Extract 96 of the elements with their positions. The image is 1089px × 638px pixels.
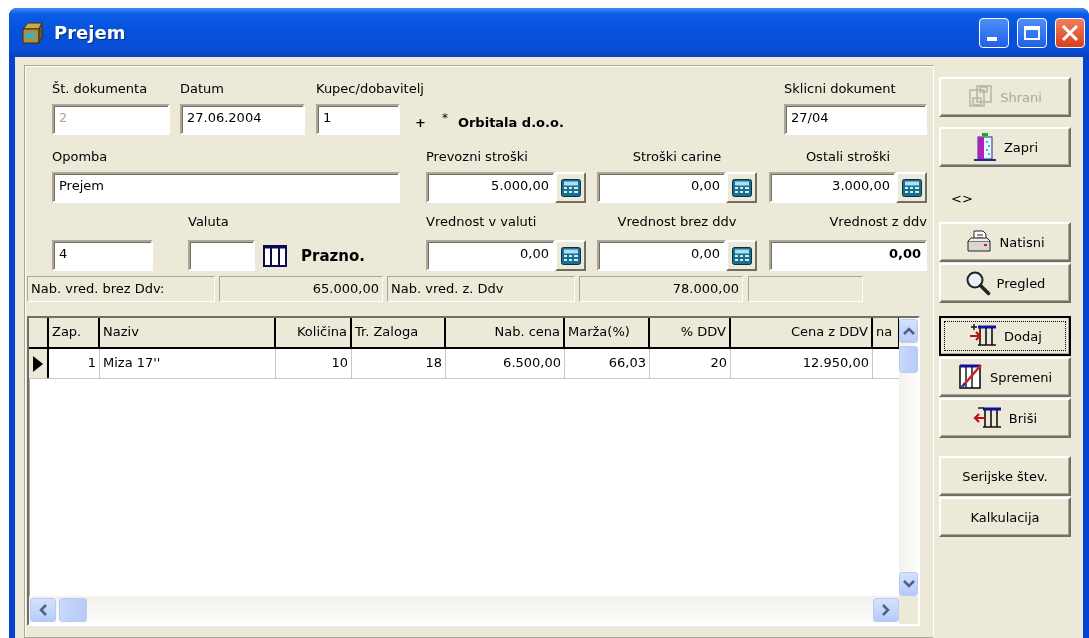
field-label: Stroški carine xyxy=(631,148,723,166)
grid-plus-arrow-icon xyxy=(968,323,999,349)
amount-field[interactable]: 5.000,00 xyxy=(426,172,555,203)
scrollbar-corner xyxy=(899,596,918,624)
close-button[interactable] xyxy=(1055,17,1085,48)
field-label: Opomba xyxy=(52,148,109,166)
currency-field[interactable] xyxy=(188,240,255,271)
action-button[interactable]: Briši xyxy=(939,398,1071,438)
column-header[interactable]: Naziv xyxy=(100,318,276,347)
action-button[interactable]: Serijske štev. xyxy=(939,456,1071,496)
table-cell: Miza 17'' xyxy=(100,349,276,378)
currency-status: Prazno. xyxy=(301,246,365,265)
note-field[interactable]: Prejem xyxy=(52,172,400,203)
chevron-up-icon xyxy=(902,327,915,335)
customer-name: Orbitala d.o.o. xyxy=(457,115,564,130)
summary-value: 65.000,00 xyxy=(219,276,383,302)
column-header[interactable]: Marža(%) xyxy=(565,318,650,347)
table-cell: 10 xyxy=(276,349,352,378)
calculator-button[interactable] xyxy=(555,240,586,271)
close-icon xyxy=(1061,23,1079,42)
text-field[interactable]: 4 xyxy=(52,240,153,271)
field-label: Št. dokumenta xyxy=(52,80,149,98)
customer-code-field[interactable]: 1 xyxy=(316,104,400,135)
calculator-icon xyxy=(560,178,581,197)
field-label: Vrednost brez ddv xyxy=(616,213,738,231)
column-header[interactable]: % DDV xyxy=(650,318,731,347)
field-label: Prevozni stroški xyxy=(426,148,529,166)
floppy-disk-icon xyxy=(968,84,995,110)
briefcase-icon xyxy=(20,19,46,46)
amount-field[interactable]: 0,00 xyxy=(597,240,726,271)
date-field[interactable]: 27.06.2004 xyxy=(180,104,305,135)
amount-field[interactable]: 3.000,00 xyxy=(769,172,896,203)
field-label: Valuta xyxy=(188,213,230,231)
column-header[interactable]: Količina xyxy=(276,318,352,347)
marker: * xyxy=(441,110,448,125)
field-label: Sklicni dokument xyxy=(784,80,897,98)
action-button[interactable]: Kalkulacija xyxy=(939,497,1071,537)
grid-arrow-icon xyxy=(972,405,1003,431)
chevron-down-icon xyxy=(902,580,915,588)
search-icon xyxy=(964,270,991,296)
minimize-button[interactable] xyxy=(979,17,1009,48)
table-cell: 18 xyxy=(352,349,446,378)
column-header[interactable]: Tr. Zaloga xyxy=(352,318,446,347)
scroll-right-button[interactable] xyxy=(873,598,899,622)
row-indicator[interactable] xyxy=(29,349,49,378)
column-header[interactable]: Nab. cena xyxy=(446,318,565,347)
chevron-right-icon xyxy=(882,604,890,616)
field-label: Vrednost z ddv xyxy=(828,213,927,231)
field-label: Datum xyxy=(180,80,225,98)
scrollbar-thumb[interactable] xyxy=(59,598,87,622)
summary-value: 78.000,00 xyxy=(579,276,743,302)
calculator-button[interactable] xyxy=(726,240,757,271)
table-cell: 6.500,00 xyxy=(446,349,565,378)
summary-label: Nab. vred. z. Ddv xyxy=(387,276,575,302)
action-button[interactable]: Natisni xyxy=(939,222,1071,262)
scroll-down-button[interactable] xyxy=(899,572,918,596)
action-button[interactable]: Pregled xyxy=(939,263,1071,303)
summary-label: Nab. vred. brez Ddv: xyxy=(27,276,215,302)
calculator-icon xyxy=(731,246,752,265)
columns-icon xyxy=(263,243,287,268)
action-button[interactable]: Zapri xyxy=(939,127,1071,167)
field-label: Ostali stroški xyxy=(804,148,892,166)
toggle-symbol[interactable]: <> xyxy=(951,189,973,209)
window-title: Prejem xyxy=(54,22,126,43)
calculator-button[interactable] xyxy=(726,172,757,203)
door-icon xyxy=(971,132,998,162)
amount-field[interactable]: 0,00 xyxy=(597,172,726,203)
amount-field[interactable]: 0,00 xyxy=(769,240,927,271)
grid-pencil-icon xyxy=(957,363,984,391)
add-sign[interactable]: + xyxy=(415,115,426,130)
maximize-button[interactable] xyxy=(1017,17,1047,48)
vertical-scrollbar[interactable] xyxy=(899,318,918,596)
scroll-up-button[interactable] xyxy=(899,319,918,343)
reference-document-field[interactable]: 27/04 xyxy=(784,104,927,135)
table-cell: 1 xyxy=(49,349,100,378)
table-cell: 66,03 xyxy=(565,349,650,378)
calculator-icon xyxy=(901,178,922,197)
calculator-button[interactable] xyxy=(896,172,927,203)
row-pointer-icon xyxy=(33,355,43,372)
scrollbar-thumb[interactable] xyxy=(899,346,918,373)
chevron-left-icon xyxy=(39,604,47,616)
field-label: Vrednost v valuti xyxy=(426,213,538,231)
action-button[interactable]: Dodaj xyxy=(939,316,1071,356)
field-label: Kupec/dobavitelj xyxy=(316,80,424,98)
horizontal-scrollbar[interactable] xyxy=(29,596,899,624)
column-header[interactable]: Zap. xyxy=(49,318,100,347)
table-cell: 12.950,00 xyxy=(731,349,873,378)
amount-field[interactable]: 0,00 xyxy=(426,240,555,271)
printer-icon xyxy=(965,229,994,255)
calculator-icon xyxy=(560,246,581,265)
scroll-left-button[interactable] xyxy=(30,598,56,622)
column-header[interactable]: Cena z DDV xyxy=(731,318,873,347)
calculator-button[interactable] xyxy=(555,172,586,203)
calculator-icon xyxy=(731,178,752,197)
action-button[interactable]: Spremeni xyxy=(939,357,1071,397)
table-cell: 20 xyxy=(650,349,731,378)
